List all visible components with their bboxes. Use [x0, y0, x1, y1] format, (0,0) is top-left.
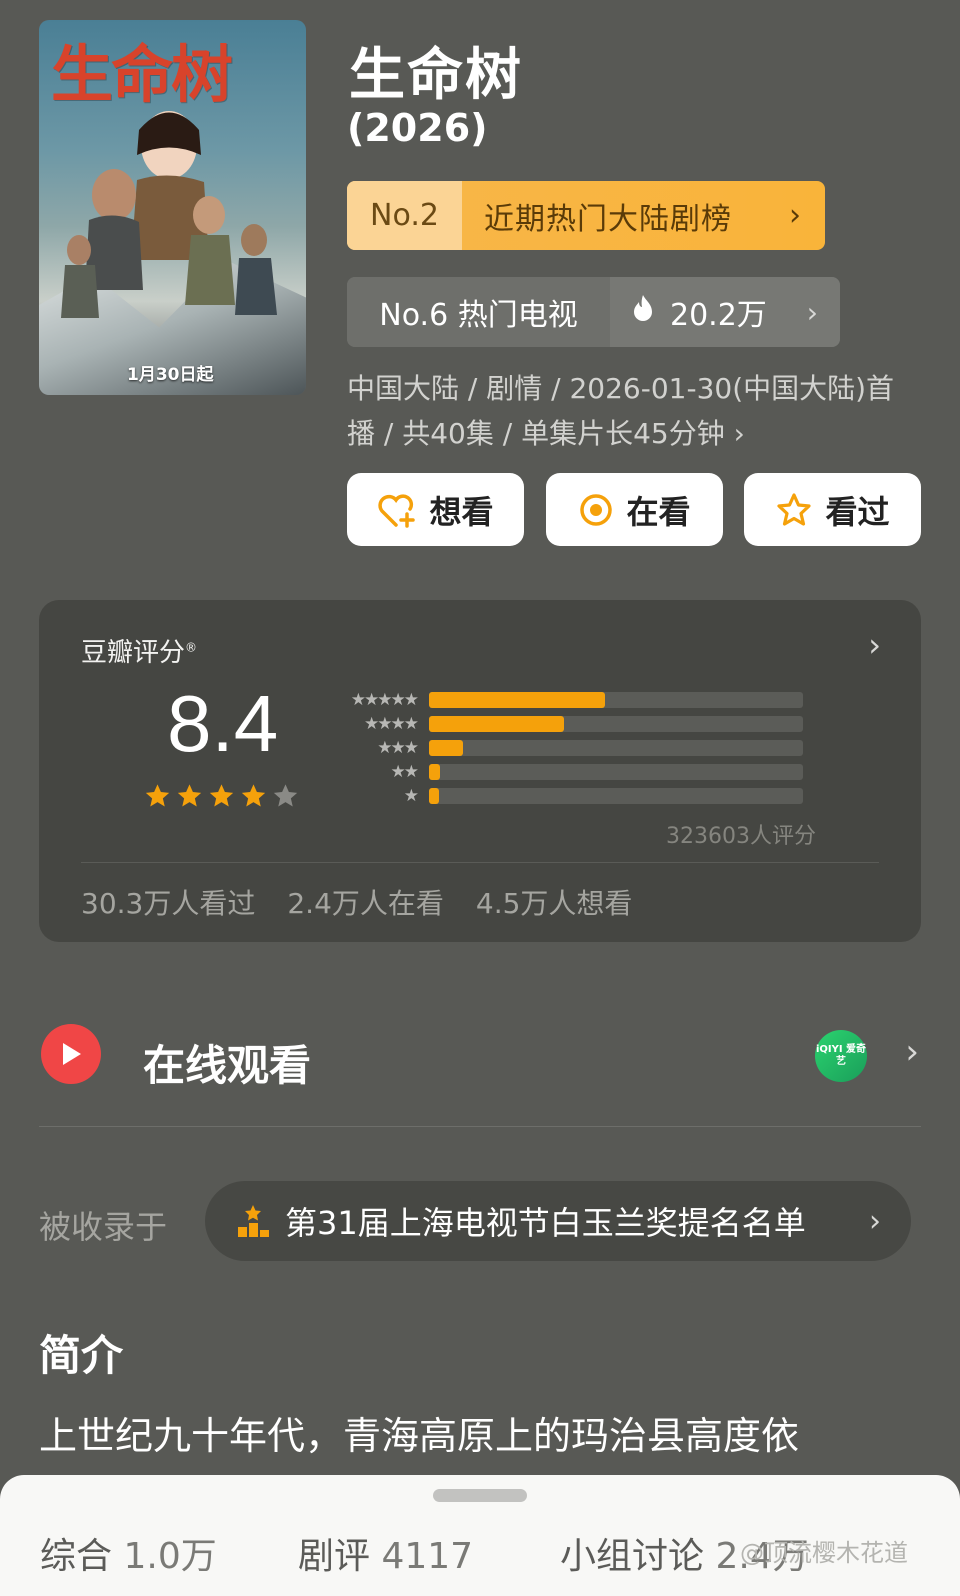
- online-watch-row[interactable]: 在线观看 iQIYI 爱奇艺 ›: [39, 1020, 921, 1090]
- divider: [39, 1126, 921, 1127]
- rating-card[interactable]: 豆瓣评分® › 8.4 ★★★★★ ★★★★ ★★★ ★★ ★ 323603人评分 30…: [39, 600, 921, 942]
- rating-star-icon: [177, 784, 202, 807]
- distribution-stars: ★★★★: [364, 714, 419, 734]
- distribution-bar: [429, 716, 564, 732]
- tab-reviews[interactable]: 剧评 4117: [298, 1527, 473, 1579]
- poster-date: 1月30日起: [127, 365, 214, 385]
- distribution-bar: [429, 692, 605, 708]
- distribution-track: [429, 788, 803, 804]
- distribution-track: [429, 692, 803, 708]
- release-year: (2026): [347, 106, 488, 150]
- rating-star-icon: [209, 784, 234, 807]
- heart-plus-icon: [378, 494, 416, 528]
- want-to-watch-label: 想看: [429, 492, 494, 531]
- distribution-bar: [429, 788, 439, 804]
- distribution-stars: ★: [403, 786, 419, 806]
- want-to-watch-button[interactable]: 想看: [347, 473, 524, 546]
- drag-handle[interactable]: [433, 1489, 527, 1502]
- watching-label: 在看: [626, 492, 691, 531]
- stat-want: 4.5万人想看: [475, 887, 633, 920]
- included-in-label: 被收录于: [39, 1208, 168, 1246]
- rating-star-icon: [145, 784, 170, 807]
- hot-tv-label: No.6 热门电视: [347, 277, 610, 347]
- divider: [81, 862, 879, 863]
- meta-info[interactable]: 中国大陆 / 剧情 / 2026-01-30(中国大陆)首播 / 共40集 / …: [347, 366, 917, 456]
- watching-button[interactable]: 在看: [546, 473, 723, 546]
- distribution-row: ★★: [329, 760, 803, 784]
- rating-stats: 30.3万人看过 2.4万人在看 4.5万人想看: [81, 882, 632, 922]
- star-outline-icon: [777, 492, 812, 526]
- included-list-name: 第31届上海电视节白玉兰奖提名名单: [285, 1204, 806, 1242]
- watched-button[interactable]: 看过: [744, 473, 921, 546]
- distribution-stars: ★★★: [377, 738, 419, 758]
- bottom-sheet[interactable]: 综合 1.0万 剧评 4117 小组讨论 2.4万 @顶流樱木花道: [0, 1475, 960, 1596]
- play-icon: [41, 1024, 101, 1084]
- stat-watching: 2.4万人在看: [287, 887, 444, 920]
- rating-star-icon: [273, 784, 298, 807]
- distribution-stars: ★★★★★: [350, 690, 419, 710]
- distribution-bar: [429, 764, 441, 780]
- rating-score: 8.4: [167, 679, 279, 768]
- distribution-bar: [429, 740, 463, 756]
- distribution-track: [429, 716, 803, 732]
- intro-title: 简介: [39, 1331, 124, 1380]
- rating-stars: [143, 782, 300, 810]
- distribution-row: ★: [329, 784, 803, 808]
- registered-mark: ®: [185, 640, 198, 655]
- rating-votes: 323603人评分: [666, 824, 816, 849]
- flame-icon: [632, 294, 654, 330]
- chevron-right-icon: ›: [869, 1203, 881, 1239]
- tab-overview[interactable]: 综合 1.0万: [40, 1527, 217, 1579]
- intro-text: 上世纪九十年代，青海高原上的玛治县高度依: [39, 1414, 800, 1458]
- online-watch-label: 在线观看: [143, 1041, 312, 1090]
- rating-source: 豆瓣评分®: [81, 638, 198, 668]
- distribution-row: ★★★★★: [329, 688, 803, 712]
- chevron-right-icon: ›: [806, 295, 818, 329]
- chevron-right-icon: ›: [789, 198, 801, 233]
- rating-distribution: ★★★★★ ★★★★ ★★★ ★★ ★: [329, 688, 803, 808]
- chevron-right-icon: ›: [868, 626, 881, 664]
- poster-title: 生命树: [51, 38, 233, 111]
- podium-icon: [238, 1205, 269, 1237]
- stat-watched: 30.3万人看过: [81, 887, 256, 920]
- included-list-pill[interactable]: 第31届上海电视节白玉兰奖提名名单 ›: [205, 1181, 911, 1261]
- watermark: @顶流樱木花道: [740, 1539, 908, 1567]
- hot-tv-badge[interactable]: No.6 热门电视 20.2万 ›: [347, 277, 840, 347]
- distribution-stars: ★★: [390, 762, 419, 782]
- poster-image[interactable]: 生命树 1月30日起: [39, 20, 306, 395]
- watched-label: 看过: [825, 492, 890, 531]
- page-title: 生命树: [349, 43, 523, 108]
- hot-count: 20.2万: [670, 298, 767, 333]
- iqiyi-logo-icon: iQIYI 爱奇艺: [815, 1030, 867, 1082]
- rank-number: No.2: [347, 181, 462, 250]
- distribution-track: [429, 740, 803, 756]
- eye-circle-icon: [580, 493, 613, 526]
- rating-star-icon: [241, 784, 266, 807]
- poster-figures: [61, 111, 277, 318]
- distribution-row: ★★★: [329, 736, 803, 760]
- distribution-row: ★★★★: [329, 712, 803, 736]
- rank-list-name: 近期热门大陆剧榜: [484, 201, 732, 237]
- rank-badge[interactable]: No.2 近期热门大陆剧榜 ›: [347, 181, 825, 250]
- chevron-right-icon: ›: [905, 1032, 919, 1072]
- distribution-track: [429, 764, 803, 780]
